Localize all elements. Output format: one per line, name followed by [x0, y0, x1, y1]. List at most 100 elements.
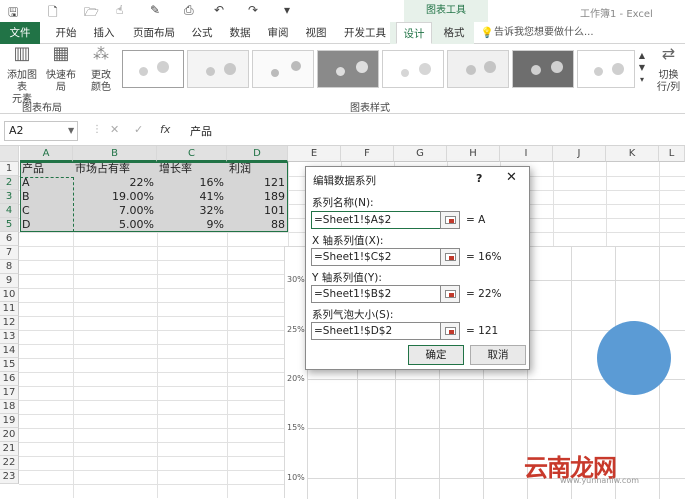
row-header[interactable]: 16 [0, 372, 19, 386]
row-header[interactable]: 2 [0, 176, 19, 190]
help-button[interactable]: ? [476, 172, 482, 185]
switch-icon: ⇄ [661, 48, 676, 63]
column-header[interactable]: C [157, 146, 227, 162]
formula-input[interactable]: 产品 [190, 123, 212, 139]
column-header[interactable]: I [500, 146, 553, 162]
open-file-icon[interactable]: 🗁 [84, 3, 99, 24]
tab-developer[interactable]: 开发工具 [338, 22, 392, 44]
row-header[interactable]: 3 [0, 190, 19, 204]
row-header[interactable]: 17 [0, 386, 19, 400]
row-header[interactable]: 10 [0, 288, 19, 302]
bubble-A[interactable] [597, 321, 671, 395]
row-header[interactable]: 4 [0, 204, 19, 218]
row-header[interactable]: 5 [0, 218, 19, 232]
change-colors-button[interactable]: ⁂ 更改 颜色 [86, 46, 116, 94]
row-header[interactable]: 9 [0, 274, 19, 288]
column-header[interactable]: F [341, 146, 394, 162]
customize-qat-icon[interactable]: ▾ [284, 3, 290, 17]
quick-layout-icon: ▦ [52, 43, 70, 64]
column-header[interactable]: B [73, 146, 157, 162]
tab-formulas[interactable]: 公式 [186, 22, 218, 44]
range-select-button[interactable] [440, 285, 460, 303]
column-header[interactable]: H [447, 146, 500, 162]
x-values-input[interactable]: =Sheet1!$C$2 [311, 248, 441, 266]
new-file-icon[interactable]: 🗋 [48, 3, 58, 24]
y-values-input[interactable]: =Sheet1!$B$2 [311, 285, 441, 303]
bubble-size-input[interactable]: =Sheet1!$D$2 [311, 322, 441, 340]
tab-insert[interactable]: 插入 [86, 22, 122, 44]
row-header[interactable]: 19 [0, 414, 19, 428]
range-select-button[interactable] [440, 322, 460, 340]
tab-page-layout[interactable]: 页面布局 [126, 22, 182, 44]
name-box[interactable]: A2 [4, 121, 78, 141]
column-header[interactable]: J [553, 146, 606, 162]
chart-style-6[interactable] [447, 50, 509, 88]
row-header[interactable]: 21 [0, 442, 19, 456]
row-header[interactable]: 20 [0, 428, 19, 442]
y-tick-label: 30% [287, 275, 305, 284]
cancel-icon[interactable]: ✕ [110, 123, 119, 136]
switch-row-column-button[interactable]: ⇄ 切换行/列 [652, 48, 685, 94]
quick-layout-button[interactable]: ▦ 快速布局 [42, 43, 80, 94]
row-header[interactable]: 7 [0, 246, 19, 260]
chart-style-7[interactable] [512, 50, 574, 88]
row-header[interactable]: 22 [0, 456, 19, 470]
print-preview-icon[interactable]: ⎙ [184, 3, 194, 18]
column-header[interactable]: A [20, 146, 73, 162]
style-gallery-scroll[interactable]: ▲ ▼ ▾ [637, 50, 647, 86]
tab-data[interactable]: 数据 [224, 22, 256, 44]
column-header[interactable]: D [227, 146, 288, 162]
enter-icon[interactable]: ✓ [134, 123, 143, 136]
tab-file[interactable]: 文件 [0, 22, 40, 44]
row-header[interactable]: 12 [0, 316, 19, 330]
row-header[interactable]: 15 [0, 358, 19, 372]
column-header[interactable]: K [606, 146, 659, 162]
chart-style-1[interactable] [122, 50, 184, 88]
chart-style-3[interactable] [252, 50, 314, 88]
cancel-button[interactable]: 取消 [470, 345, 526, 365]
close-button[interactable]: ✕ [506, 170, 517, 185]
dialog-title: 编辑数据系列 [313, 175, 376, 187]
tab-home[interactable]: 开始 [48, 22, 84, 44]
chart-style-8[interactable] [577, 50, 635, 88]
tab-format[interactable]: 格式 [436, 22, 472, 44]
save-icon[interactable]: 🖫 [8, 3, 18, 24]
chart-tools-label: 图表工具 [404, 0, 488, 22]
row-header[interactable]: 18 [0, 400, 19, 414]
tab-design[interactable]: 设计 [396, 22, 432, 44]
range-select-button[interactable] [440, 211, 460, 229]
column-header[interactable]: L [659, 146, 685, 162]
add-chart-element-button[interactable]: ▥ 添加图表 元素 [4, 45, 40, 106]
y-values-label: Y 轴系列值(Y): [312, 272, 382, 284]
formula-bar: A2 ▼ ⋮ ✕ ✓ fx 产品 [0, 114, 685, 146]
name-box-dropdown-icon[interactable]: ▼ [68, 126, 74, 135]
row-header[interactable]: 14 [0, 344, 19, 358]
row-header[interactable]: 13 [0, 330, 19, 344]
touch-mode-icon[interactable]: ☝ [116, 3, 123, 17]
redo-icon[interactable]: ↷ [248, 3, 258, 17]
style-thumb-bubble [531, 65, 541, 75]
row-header[interactable]: 8 [0, 260, 19, 274]
style-thumb-bubble [356, 61, 368, 73]
format-painter-icon[interactable]: ✎ [150, 3, 160, 17]
chart-style-2[interactable] [187, 50, 249, 88]
bubble-size-result: = 121 [466, 325, 499, 337]
undo-icon[interactable]: ↶ [214, 3, 224, 17]
chart-style-5[interactable] [382, 50, 444, 88]
tab-view[interactable]: 视图 [300, 22, 332, 44]
series-name-input[interactable]: =Sheet1!$A$2 [311, 211, 441, 229]
chart-style-4[interactable] [317, 50, 379, 88]
column-header[interactable]: G [394, 146, 447, 162]
row-header[interactable]: 11 [0, 302, 19, 316]
range-select-button[interactable] [440, 248, 460, 266]
tell-me-search[interactable]: 告诉我您想要做什么... [494, 22, 594, 44]
select-all-corner[interactable] [0, 146, 19, 162]
x-values-label: X 轴系列值(X): [312, 235, 384, 247]
row-header[interactable]: 1 [0, 162, 19, 176]
tab-review[interactable]: 审阅 [262, 22, 294, 44]
row-header[interactable]: 23 [0, 470, 19, 484]
ok-button[interactable]: 确定 [408, 345, 464, 365]
column-header[interactable]: E [288, 146, 341, 162]
row-header[interactable]: 6 [0, 232, 19, 246]
insert-function-icon[interactable]: fx [160, 123, 170, 136]
